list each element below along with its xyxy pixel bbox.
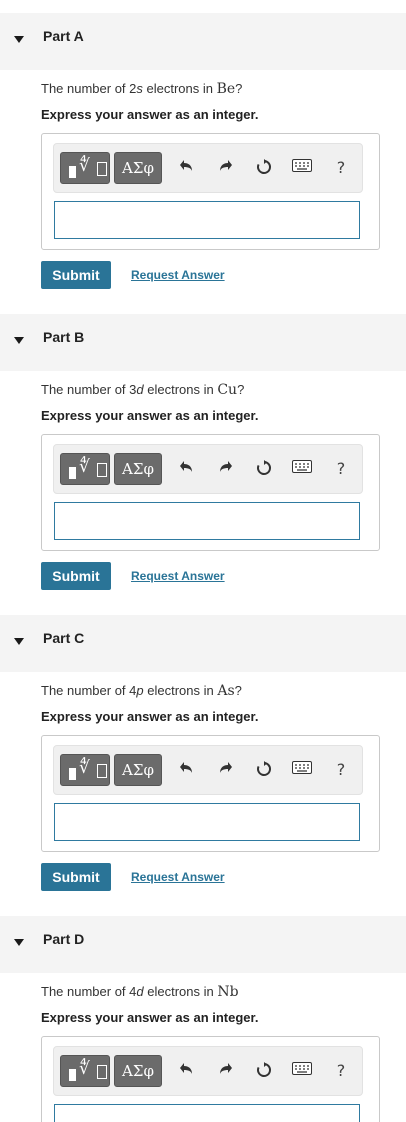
question-text: The number of 2s electrons in Be? [41, 81, 243, 97]
reset-icon[interactable] [253, 757, 275, 783]
answer-instruction: Express your answer as an integer. [41, 1010, 259, 1025]
part-title: Part D [43, 931, 85, 947]
redo-icon[interactable] [214, 155, 236, 181]
part-c-header[interactable]: Part C [0, 615, 406, 672]
answer-box: ∜ ΑΣφ ? [41, 1036, 380, 1122]
greek-letters-button[interactable]: ΑΣφ [114, 754, 162, 786]
part-d-header[interactable]: Part D [0, 916, 406, 973]
reset-icon[interactable] [253, 456, 275, 482]
part-title: Part B [43, 329, 85, 345]
submit-button[interactable]: Submit [41, 863, 111, 891]
part-a-header[interactable]: Part A [0, 13, 406, 70]
undo-icon[interactable] [176, 1058, 198, 1084]
help-icon[interactable]: ? [330, 155, 352, 181]
collapse-caret-icon[interactable] [14, 939, 24, 946]
collapse-caret-icon[interactable] [14, 638, 24, 645]
part-title: Part A [43, 28, 84, 44]
reset-icon[interactable] [253, 155, 275, 181]
answer-instruction: Express your answer as an integer. [41, 709, 259, 724]
question-text: The number of 4d electrons in Nb [41, 984, 239, 1000]
math-toolbar: ∜ ΑΣφ ? [53, 444, 363, 494]
undo-icon[interactable] [176, 456, 198, 482]
answer-input[interactable] [54, 502, 360, 540]
question-text: The number of 4p electrons in As? [41, 683, 242, 699]
keyboard-icon[interactable] [291, 757, 313, 783]
help-icon[interactable]: ? [330, 456, 352, 482]
greek-letters-button[interactable]: ΑΣφ [114, 152, 162, 184]
redo-icon[interactable] [214, 1058, 236, 1084]
templates-icon [69, 467, 76, 479]
greek-letters-button[interactable]: ΑΣφ [114, 453, 162, 485]
redo-icon[interactable] [214, 757, 236, 783]
element-symbol: As [217, 683, 235, 699]
templates-icon [69, 1069, 76, 1081]
keyboard-icon[interactable] [291, 456, 313, 482]
templates-icon [69, 166, 76, 178]
templates-button[interactable]: ∜ [60, 152, 110, 184]
submit-button[interactable]: Submit [41, 261, 111, 289]
element-symbol: Nb [217, 984, 239, 1000]
answer-instruction: Express your answer as an integer. [41, 408, 259, 423]
reset-icon[interactable] [253, 1058, 275, 1084]
answer-instruction: Express your answer as an integer. [41, 107, 259, 122]
templates-button[interactable]: ∜ [60, 1055, 110, 1087]
request-answer-link[interactable]: Request Answer [131, 268, 225, 282]
answer-box: ∜ ΑΣφ ? [41, 735, 380, 852]
help-icon[interactable]: ? [330, 757, 352, 783]
undo-icon[interactable] [176, 757, 198, 783]
answer-box: ∜ ΑΣφ ? [41, 434, 380, 551]
templates-icon [69, 768, 76, 780]
math-toolbar: ∜ ΑΣφ ? [53, 1046, 363, 1096]
part-d: Part D The number of 4d electrons in Nb … [0, 916, 406, 1122]
collapse-caret-icon[interactable] [14, 337, 24, 344]
templates-button[interactable]: ∜ [60, 754, 110, 786]
submit-button[interactable]: Submit [41, 562, 111, 590]
answer-input[interactable] [54, 201, 360, 239]
part-c: Part C The number of 4p electrons in As?… [0, 615, 406, 891]
redo-icon[interactable] [214, 456, 236, 482]
math-toolbar: ∜ ΑΣφ ? [53, 143, 363, 193]
undo-icon[interactable] [176, 155, 198, 181]
answer-input[interactable] [54, 1104, 360, 1122]
element-symbol: Be [216, 81, 236, 97]
part-b: Part B The number of 3d electrons in Cu?… [0, 314, 406, 590]
answer-box: ∜ ΑΣφ ? [41, 133, 380, 250]
answer-input[interactable] [54, 803, 360, 841]
greek-letters-button[interactable]: ΑΣφ [114, 1055, 162, 1087]
math-toolbar: ∜ ΑΣφ ? [53, 745, 363, 795]
request-answer-link[interactable]: Request Answer [131, 870, 225, 884]
question-text: The number of 3d electrons in Cu? [41, 382, 245, 398]
request-answer-link[interactable]: Request Answer [131, 569, 225, 583]
keyboard-icon[interactable] [291, 1058, 313, 1084]
help-icon[interactable]: ? [330, 1058, 352, 1084]
part-b-header[interactable]: Part B [0, 314, 406, 371]
keyboard-icon[interactable] [291, 155, 313, 181]
collapse-caret-icon[interactable] [14, 36, 24, 43]
part-title: Part C [43, 630, 85, 646]
part-a: Part A The number of 2s electrons in Be?… [0, 13, 406, 289]
element-symbol: Cu [217, 382, 238, 398]
templates-button[interactable]: ∜ [60, 453, 110, 485]
